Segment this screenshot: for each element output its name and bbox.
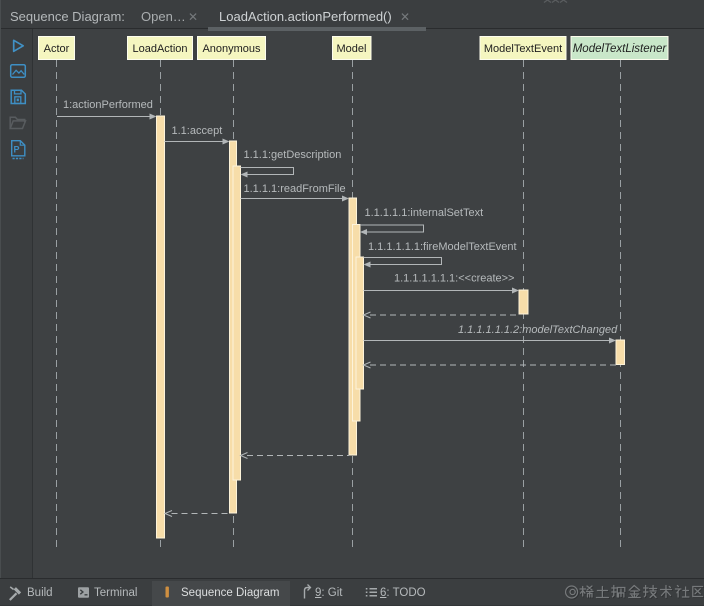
svg-text:LoadAction: LoadAction: [132, 43, 187, 55]
svg-text:ModelTextEvent: ModelTextEvent: [484, 43, 562, 55]
svg-text:1.1.1.1:readFromFile: 1.1.1.1:readFromFile: [244, 183, 346, 195]
svg-text:1.1.1.1.1:internalSetText: 1.1.1.1.1:internalSetText: [365, 207, 484, 219]
svg-text:Model: Model: [337, 43, 367, 55]
svg-text:P: P: [14, 145, 20, 155]
svg-text:1.1.1.1.1.1.1:<<create>>: 1.1.1.1.1.1.1:<<create>>: [394, 273, 514, 285]
svg-text:1.1.1.1.1.1:fireModelTextEvent: 1.1.1.1.1.1:fireModelTextEvent: [368, 241, 517, 253]
svg-text:1:actionPerformed: 1:actionPerformed: [63, 99, 153, 111]
svg-text:1.1.1.1.1.1.2:modelTextChanged: 1.1.1.1.1.1.2:modelTextChanged: [458, 324, 618, 336]
svg-text:ModelTextListener: ModelTextListener: [573, 43, 668, 55]
svg-text:Actor: Actor: [44, 43, 70, 55]
svg-text:1.1.1:getDescription: 1.1.1:getDescription: [244, 149, 342, 161]
svg-text:1.1:accept: 1.1:accept: [172, 125, 223, 137]
svg-text:Anonymous: Anonymous: [202, 43, 261, 55]
